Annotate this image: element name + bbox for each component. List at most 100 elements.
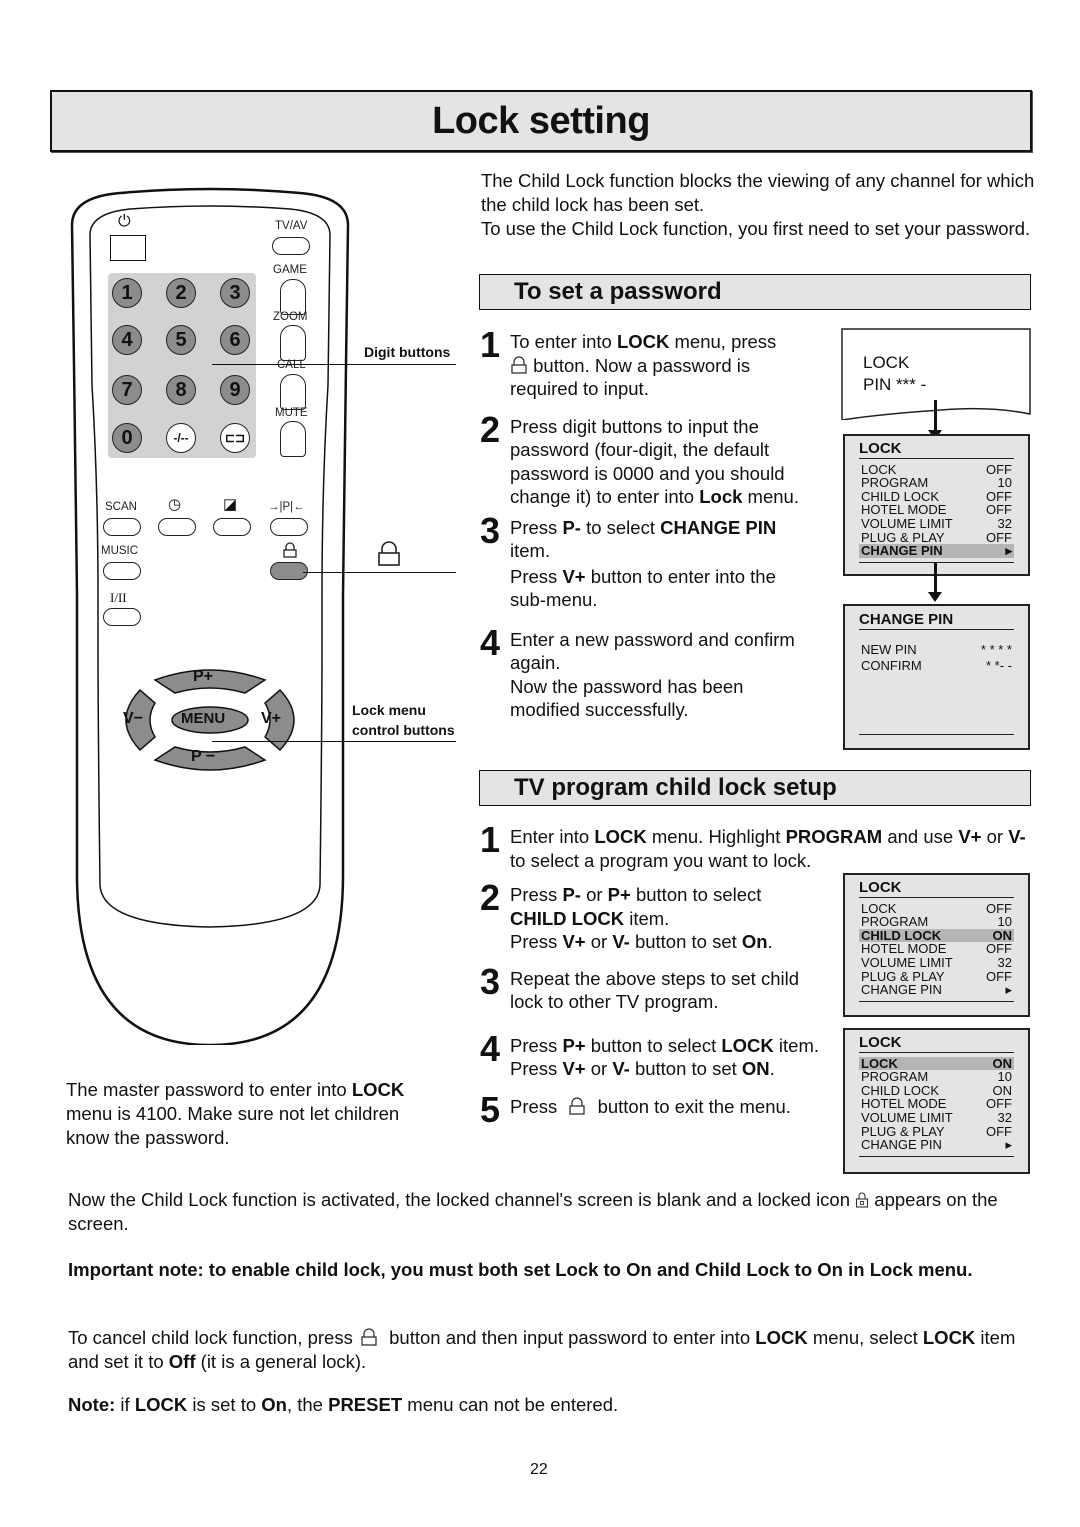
step-text-bold: V+: [958, 826, 982, 847]
step-number: 3: [480, 960, 501, 1002]
menu-row: PLUG & PLAY OFF: [859, 1123, 1014, 1139]
p-plus-button[interactable]: P+: [193, 668, 213, 686]
child-lock-steps: 2 Press P- or P+ button to select CHILD …: [480, 880, 820, 1127]
step-text-bold: V+: [562, 931, 586, 952]
step-text-part: Press: [510, 1058, 563, 1079]
digit-4-button[interactable]: 4: [112, 325, 142, 355]
digit-8-button[interactable]: 8: [166, 375, 196, 405]
step-text-bold: PROGRAM: [785, 826, 883, 847]
menu-row-label: CHILD LOCK: [861, 927, 942, 943]
stereo-button[interactable]: [103, 608, 141, 626]
remote-control-illustration: ⏻ TV/AV GAME ZOOM CALL MUTE 1 2 3 4 5 6 …: [60, 185, 360, 1045]
master-note-text-2: menu is 4100. Make sure not let children…: [66, 1103, 400, 1148]
step-text-bold: V-: [612, 1058, 630, 1079]
digit-1-button[interactable]: 1: [112, 278, 142, 308]
lock-menu-lock-on: LOCK LOCK ON PROGRAM 10 CHILD LOCK ON HOTEL MO…: [843, 1028, 1030, 1174]
step-text-bold: LOCK: [616, 331, 670, 352]
p-minus-button[interactable]: P −: [191, 748, 215, 766]
menu-row-value: OFF: [986, 461, 1012, 477]
mute-label: MUTE: [275, 407, 308, 419]
step-text-part: Press: [510, 931, 563, 952]
lock-icon: [283, 542, 297, 558]
v-minus-button[interactable]: V−: [123, 710, 143, 728]
menu-row: NEW PIN * * * *: [859, 642, 1014, 658]
menu-row-label: LOCK: [861, 461, 897, 477]
lock-button[interactable]: [270, 562, 308, 580]
menu-title: LOCK: [859, 1035, 1014, 1053]
digit-2-button[interactable]: 2: [166, 278, 196, 308]
section-set-password-title: To set a password: [514, 278, 722, 305]
digit-buttons-callout-line: [212, 364, 456, 365]
cancel-text: To cancel child lock function, press: [68, 1327, 358, 1348]
menu-title: LOCK: [859, 880, 1014, 898]
game-button[interactable]: [280, 279, 306, 315]
dash-button[interactable]: -/--: [166, 423, 196, 453]
tv-av-button[interactable]: [272, 237, 310, 255]
scan-button[interactable]: [103, 518, 141, 536]
step-text-part: button. Now a password is required to in…: [510, 354, 751, 400]
step-text: Press digit buttons to input the passwor…: [510, 415, 810, 509]
game-label: GAME: [273, 264, 307, 276]
lock-menu-callout-line1: Lock menu: [352, 702, 426, 718]
menu-row-label: PLUG & PLAY: [861, 529, 945, 545]
step-text-part: or: [585, 931, 613, 952]
picture-button[interactable]: [213, 518, 251, 536]
digit-9-button[interactable]: 9: [220, 375, 250, 405]
cancel-text: menu, select: [807, 1327, 923, 1348]
menu-row-value: 32: [997, 1109, 1012, 1125]
lock-button-callout-line: [303, 572, 456, 573]
stereo-label: I/II: [110, 590, 127, 605]
menu-row: CHANGE PIN ▸: [859, 1138, 1014, 1152]
step-text: Press button to exit the menu.: [510, 1095, 820, 1127]
menu-row-value: ▸: [1005, 982, 1012, 998]
sleep-button[interactable]: [158, 518, 196, 536]
step-text-part: item.: [773, 1034, 820, 1056]
digit-6-button[interactable]: 6: [220, 325, 250, 355]
step-number: 3: [480, 509, 501, 551]
menu-row: PROGRAM 10: [859, 915, 1014, 929]
step-text-part: button to select: [630, 884, 762, 905]
mute-button[interactable]: [280, 421, 306, 457]
step-text-part: Now the password has been modified succe…: [510, 675, 744, 721]
step-text-part: button to select: [585, 1034, 722, 1056]
digit-3-button[interactable]: 3: [220, 278, 250, 308]
menu-row: CHILD LOCK ON: [859, 1084, 1014, 1098]
lock-icon: [361, 1328, 377, 1346]
menu-row: PLUG & PLAY OFF: [859, 969, 1014, 984]
note-bold: On: [261, 1394, 287, 1415]
change-pin-menu-screen: CHANGE PIN NEW PIN * * * * CONFIRM * *- -: [843, 604, 1030, 750]
digit-0-button[interactable]: 0: [112, 423, 142, 453]
menu-row: PLUG & PLAY OFF: [859, 529, 1014, 545]
lock-menu-callout-line: [212, 741, 456, 742]
menu-row-label: VOLUME LIMIT: [861, 515, 953, 531]
menu-row: VOLUME LIMIT 32: [859, 956, 1014, 970]
digit-7-button[interactable]: 7: [112, 375, 142, 405]
swap-button[interactable]: ⊏⊐: [220, 423, 250, 453]
master-password-note: The master password to enter into LOCK m…: [66, 1078, 446, 1150]
note-text: , the: [286, 1394, 329, 1415]
menu-row-label: CHANGE PIN: [861, 1137, 942, 1153]
preset-note: Note: if LOCK is set to On, the PRESET m…: [68, 1393, 1028, 1417]
step-text-bold: LOCK: [721, 1034, 774, 1056]
menu-row-value: OFF: [986, 502, 1012, 518]
cancel-bold: LOCK: [922, 1327, 976, 1348]
menu-row-label: PROGRAM: [861, 475, 929, 491]
lock-menu-screen: LOCK LOCK OFF PROGRAM 10 CHILD LOCK OFF HOTEL …: [843, 434, 1030, 576]
step-text-part: Enter into: [510, 826, 595, 847]
menu-row-value: 10: [997, 1069, 1012, 1085]
menu-row-value: * *- -: [986, 657, 1012, 673]
menu-row-value: OFF: [986, 1123, 1012, 1139]
call-button[interactable]: [280, 374, 306, 410]
zoom-button[interactable]: [280, 325, 306, 361]
menu-button[interactable]: MENU: [181, 710, 225, 727]
step-text-part: button to set: [629, 1058, 742, 1079]
digit-5-button[interactable]: 5: [166, 325, 196, 355]
power-button[interactable]: [110, 235, 146, 261]
menu-row-label: PROGRAM: [861, 1069, 929, 1085]
music-button[interactable]: [103, 562, 141, 580]
menu-row-label: LOCK: [861, 900, 897, 916]
v-plus-button[interactable]: V+: [261, 710, 281, 728]
child-lock-step-2: 2 Press P- or P+ button to select CHILD …: [480, 880, 820, 954]
pp-button[interactable]: [270, 518, 308, 536]
step-4: 4 Enter a new password and confirm again…: [480, 624, 810, 722]
